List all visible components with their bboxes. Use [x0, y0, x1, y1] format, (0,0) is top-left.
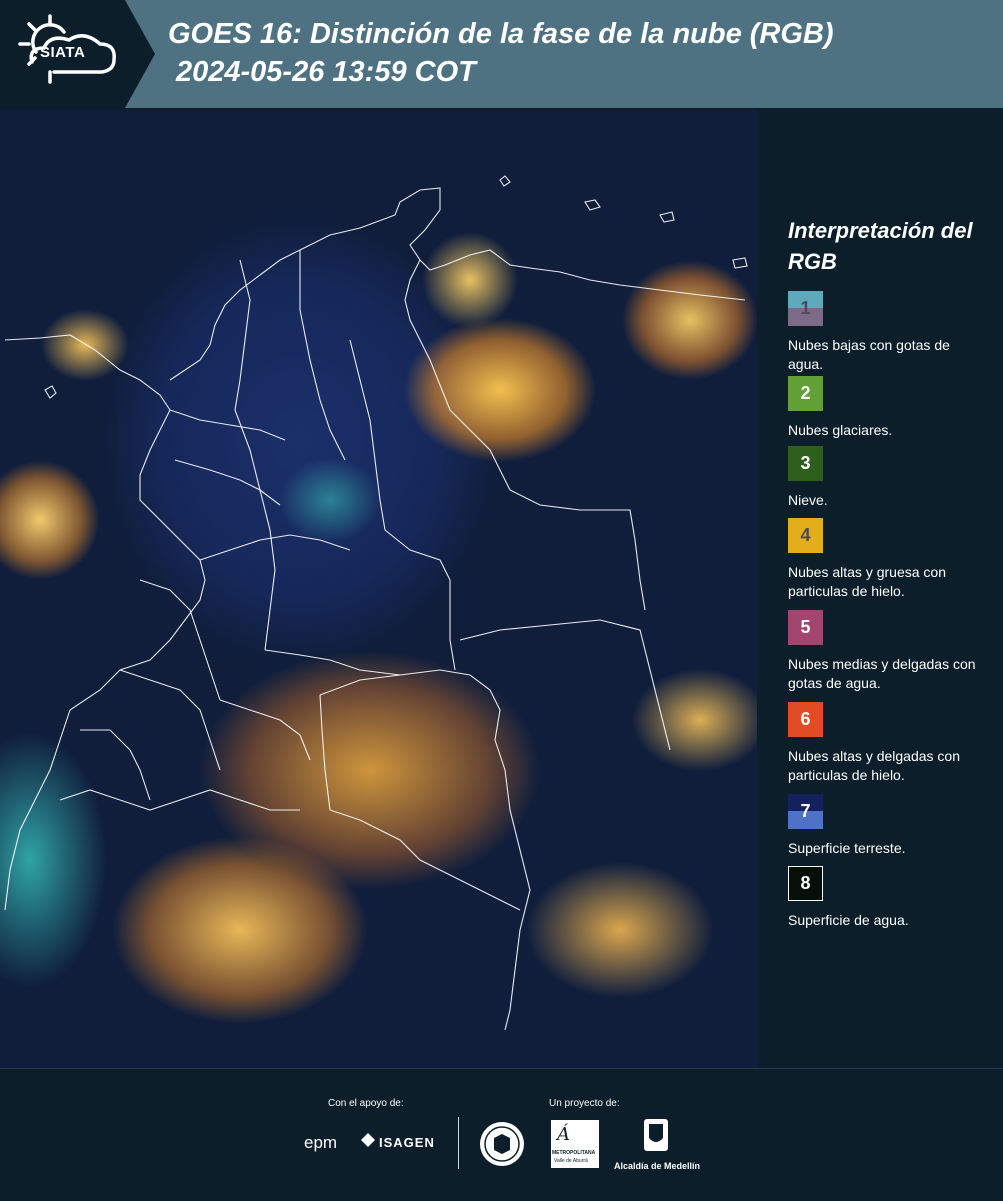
- legend-swatch: 6: [788, 702, 823, 737]
- boundary-lines: [4, 175, 748, 1031]
- legend-swatch: 7: [788, 794, 823, 829]
- legend-item: 7 Superficie terreste.: [788, 794, 988, 866]
- legend-number: 2: [800, 383, 811, 403]
- epm-logo: epm: [304, 1133, 338, 1152]
- legend-item: 5 Nubes medias y delgadas con gotas de a…: [788, 610, 988, 702]
- medellin-seal-icon: [478, 1120, 526, 1173]
- legend-label: Nubes altas y gruesa con particulas de h…: [788, 564, 946, 599]
- legend-swatch: 4: [788, 518, 823, 553]
- satellite-map: [0, 110, 757, 1068]
- legend-swatch: 8: [788, 866, 823, 901]
- siata-logo: SIATA: [0, 0, 155, 108]
- legend-title: Interpretación del RGB: [788, 218, 973, 274]
- rgb-legend: Interpretación del RGB 1 Nubes bajas con…: [788, 215, 988, 938]
- alcaldia-shield-icon: [643, 1118, 669, 1157]
- isagen-logo: ISAGEN: [379, 1135, 435, 1150]
- legend-number: 5: [800, 617, 811, 637]
- alcaldia-text: Alcaldía de Medellín: [614, 1161, 701, 1171]
- legend-label: Nubes medias y delgadas con gotas de agu…: [788, 656, 976, 691]
- legend-swatch: 3: [788, 446, 823, 481]
- title-line-1: GOES 16: Distinción de la fase de la nub…: [168, 18, 834, 50]
- legend-swatch: 5: [788, 610, 823, 645]
- area-script-icon: Á: [557, 1124, 570, 1145]
- legend-number: 4: [800, 525, 811, 545]
- legend-label: Superficie terreste.: [788, 840, 906, 856]
- legend-label: Superficie de agua.: [788, 912, 909, 928]
- support-label: Con el apoyo de:: [328, 1098, 404, 1109]
- footer-divider: [458, 1117, 459, 1169]
- header-bar: SIATA GOES 16: Distinción de la fase de …: [0, 0, 1003, 108]
- page-title: GOES 16: Distinción de la fase de la nub…: [168, 15, 834, 91]
- legend-item: 6 Nubes altas y delgadas con particulas …: [788, 702, 988, 794]
- project-label: Un proyecto de:: [549, 1098, 620, 1109]
- footer: Con el apoyo de: Un proyecto de: epm ISA…: [0, 1068, 1003, 1201]
- title-line-2: 2024-05-26 13:59 COT: [176, 56, 476, 88]
- area-metropolitana-logo: Á METROPOLITANA Valle de Aburrá: [551, 1120, 599, 1168]
- isagen-logo-mark: [361, 1133, 375, 1147]
- legend-label: Nieve.: [788, 492, 828, 508]
- legend-item: 2 Nubes glaciares.: [788, 376, 988, 446]
- area-metropolitana-text: METROPOLITANA: [552, 1150, 596, 1156]
- legend-number: 1: [800, 298, 811, 318]
- legend-label: Nubes bajas con gotas de agua.: [788, 337, 950, 372]
- area-sub-text: Valle de Aburrá: [554, 1158, 588, 1164]
- legend-item: 3 Nieve.: [788, 446, 988, 518]
- legend-swatch: 2: [788, 376, 823, 411]
- legend-item: 4 Nubes altas y gruesa con particulas de…: [788, 518, 988, 610]
- legend-label: Nubes glaciares.: [788, 422, 893, 438]
- legend-swatch: 1: [788, 291, 823, 326]
- legend-label: Nubes altas y delgadas con particulas de…: [788, 748, 960, 783]
- legend-number: 7: [800, 801, 811, 821]
- siata-logo-text: SIATA: [40, 44, 86, 61]
- legend-number: 6: [800, 709, 811, 729]
- legend-number: 3: [800, 453, 811, 473]
- legend-item: 1 Nubes bajas con gotas de agua.: [788, 291, 988, 376]
- legend-item: 8 Superficie de agua.: [788, 866, 988, 938]
- legend-number: 8: [800, 873, 811, 893]
